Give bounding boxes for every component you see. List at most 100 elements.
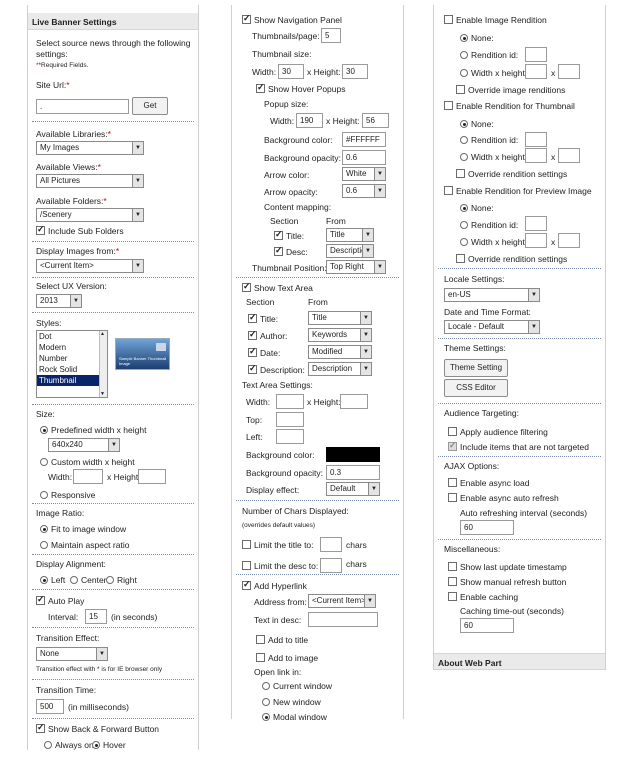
locale-select[interactable]: en-US ▼ [444,288,540,302]
image-wh-radio[interactable]: Width x height: [460,68,527,78]
async-load-checkbox[interactable]: Enable async load [448,478,529,488]
thumb-rendition-checkbox[interactable]: Enable Rendition for Thumbnail [444,101,575,111]
folders-select[interactable]: /Scenery ▼ [36,208,144,222]
limit-title-checkbox[interactable]: Limit the title to: [242,540,314,550]
preview-none-radio[interactable]: None: [460,203,494,213]
always-on-radio[interactable]: Always on [44,740,94,750]
site-url-input[interactable]: . [36,99,129,114]
interval-input[interactable]: 15 [85,609,107,624]
preview-width-input[interactable] [525,233,547,248]
limit-title-input[interactable] [320,537,342,552]
preview-rendition-checkbox[interactable]: Enable Rendition for Preview Image [444,186,592,196]
preview-wh-radio[interactable]: Width x height: [460,237,527,247]
arrow-opacity-select[interactable]: 0.6 ▼ [342,184,386,198]
add-hyperlink-checkbox[interactable]: Add Hyperlink [242,579,307,591]
popup-title-select[interactable]: Title ▼ [326,228,374,242]
views-select[interactable]: All Pictures ▼ [36,174,144,188]
thumb-width-input[interactable]: 30 [278,64,304,79]
libraries-select[interactable]: My Images ▼ [36,141,144,155]
nav-panel-checkbox[interactable]: Show Navigation Panel [242,13,342,25]
popup-title-checkbox[interactable]: Title: [274,229,304,241]
ta-bg-color-input[interactable] [326,447,380,462]
popup-width-input[interactable]: 190 [296,113,323,128]
fit-window-radio[interactable]: Fit to image window [40,524,126,534]
display-from-select[interactable]: <Current Item> ▼ [36,259,144,273]
text-in-desc-input[interactable] [308,612,378,627]
thumb-rendition-id-input[interactable] [525,132,547,147]
new-window-radio[interactable]: New window [262,697,321,707]
override-thumb-checkbox[interactable]: Override rendition settings [456,169,567,179]
styles-listbox[interactable]: Dot Modern Number Rock Solid Thumbnail [36,330,108,398]
caching-checkbox[interactable]: Enable caching [448,592,518,602]
async-refresh-checkbox[interactable]: Enable async auto refresh [448,493,559,503]
current-window-radio[interactable]: Current window [262,681,332,691]
arrow-color-select[interactable]: White ▼ [342,167,386,181]
custom-size-radio[interactable]: Custom width x height [40,457,135,467]
preview-rendition-id-radio[interactable]: Rendition id: [460,220,518,230]
datetime-select[interactable]: Locale - Default ▼ [444,320,540,334]
popup-desc-checkbox[interactable]: Desc: [274,245,308,257]
ta-description-checkbox[interactable]: Description: [248,363,305,375]
cache-timeout-input[interactable]: 60 [460,618,514,633]
thumb-position-select[interactable]: Top Right ▼ [326,260,386,274]
add-to-title-checkbox[interactable]: Add to title [256,635,308,645]
show-text-area-checkbox[interactable]: Show Text Area [242,281,313,293]
about-web-part[interactable]: About Web Part [434,653,605,670]
preview-height-input[interactable] [558,233,580,248]
modal-window-radio[interactable]: Modal window [262,712,327,722]
popup-bg-color-input[interactable]: #FFFFFF [342,132,386,147]
ta-author-select[interactable]: Keywords ▼ [308,328,372,342]
hover-radio[interactable]: Hover [92,740,126,750]
override-preview-checkbox[interactable]: Override rendition settings [456,254,567,264]
predefined-size-select[interactable]: 640x240 ▼ [48,438,120,452]
ta-top-input[interactable] [276,412,304,427]
limit-desc-checkbox[interactable]: Limit the desc to: [242,561,318,571]
list-item-selected[interactable]: Thumbnail [37,375,107,386]
align-center-radio[interactable]: Center [70,575,107,585]
preview-rendition-id-input[interactable] [525,216,547,231]
image-rendition-id-input[interactable] [525,47,547,62]
last-update-checkbox[interactable]: Show last update timestamp [448,562,567,572]
include-subfolders-checkbox[interactable]: Include Sub Folders [36,224,124,236]
address-from-select[interactable]: <Current Item> ▼ [308,594,376,608]
get-button[interactable]: Get [132,97,168,115]
popup-bg-opacity-input[interactable]: 0.6 [342,150,386,165]
align-left-radio[interactable]: Left [40,575,65,585]
align-right-radio[interactable]: Right [106,575,137,585]
audience-filter-checkbox[interactable]: Apply audience filtering [448,427,548,437]
back-forward-checkbox[interactable]: Show Back & Forward Button [36,722,159,734]
include-untargeted-checkbox[interactable]: Include items that are not targeted [448,440,589,452]
scrollbar[interactable] [99,331,107,397]
image-none-radio[interactable]: None: [460,33,494,43]
css-editor-button[interactable]: CSS Editor [444,379,508,397]
ta-effect-select[interactable]: Default ▼ [326,482,380,496]
maintain-ratio-radio[interactable]: Maintain aspect ratio [40,540,129,550]
add-to-image-checkbox[interactable]: Add to image [256,653,318,663]
ta-bg-opacity-input[interactable]: 0.3 [326,465,380,480]
transition-effect-select[interactable]: None ▼ [36,647,108,661]
popup-height-input[interactable]: 56 [362,113,389,128]
refresh-interval-input[interactable]: 60 [460,520,514,535]
thumb-height-input[interactable] [558,148,580,163]
ta-title-checkbox[interactable]: Title: [248,312,278,324]
auto-play-checkbox[interactable]: Auto Play [36,594,84,606]
image-height-input[interactable] [558,64,580,79]
thumb-none-radio[interactable]: None: [460,119,494,129]
image-rendition-id-radio[interactable]: Rendition id: [460,50,518,60]
ta-description-select[interactable]: Description ▼ [308,362,372,376]
image-width-input[interactable] [525,64,547,79]
list-item[interactable]: Dot [37,331,107,342]
list-item[interactable]: Number [37,353,107,364]
popup-desc-select[interactable]: Description ▼ [326,244,374,258]
thumb-width-input[interactable] [525,148,547,163]
theme-setting-button[interactable]: Theme Setting [444,359,508,377]
thumb-height-input[interactable]: 30 [342,64,368,79]
override-image-checkbox[interactable]: Override image renditions [456,85,565,95]
transition-time-input[interactable]: 500 [36,699,64,714]
thumb-rendition-id-radio[interactable]: Rendition id: [460,135,518,145]
custom-width-input[interactable] [73,469,103,484]
responsive-radio[interactable]: Responsive [40,490,95,500]
hover-popups-checkbox[interactable]: Show Hover Popups [256,82,346,94]
manual-refresh-checkbox[interactable]: Show manual refresh button [448,577,566,587]
list-item[interactable]: Modern [37,342,107,353]
